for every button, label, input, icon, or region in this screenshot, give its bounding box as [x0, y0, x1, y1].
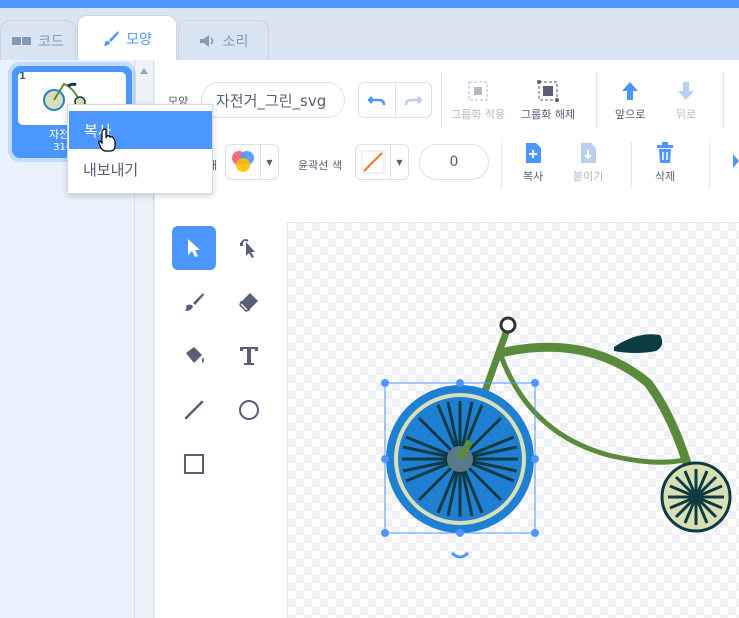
undo-redo-group [358, 82, 432, 118]
costume-number: 1 [19, 71, 26, 82]
undo-button[interactable] [359, 83, 395, 117]
rear-wheel [660, 461, 732, 533]
redo-icon [405, 96, 423, 106]
redo-button[interactable] [394, 83, 431, 117]
arrow-down-icon [678, 82, 694, 100]
undo-icon [367, 96, 386, 106]
fill-color-picker[interactable]: ▼ [225, 144, 279, 180]
brush-icon [104, 31, 120, 46]
tab-code[interactable]: 코드 [0, 20, 76, 61]
tab-costumes-label: 모양 [126, 32, 152, 48]
toolbar-divider [441, 72, 442, 128]
chevron-right-icon[interactable] [733, 154, 739, 168]
context-menu: 복사 내보내기 [67, 104, 213, 194]
scroll-up-icon[interactable] [140, 68, 148, 74]
paint-editor-screen: 코드 모양 소리 1 자전거_그 316 x 2 모양 자전거_그린_svg [0, 0, 739, 618]
toolbar-divider [501, 142, 502, 188]
paint-bucket-icon [186, 347, 204, 363]
no-color-icon [361, 150, 385, 174]
drawing-tools [155, 210, 285, 510]
text-tool[interactable] [227, 334, 271, 378]
paintbrush-icon [185, 293, 204, 311]
circle-tool[interactable] [227, 388, 271, 432]
toolbar-divider [723, 72, 724, 128]
costume-name-input[interactable]: 자전거_그린_svg [201, 82, 345, 118]
brush-tool[interactable] [172, 280, 216, 324]
tab-sounds[interactable]: 소리 [178, 20, 269, 61]
outline-swatch [356, 145, 390, 179]
paint-editor: 모양 자전거_그린_svg 그룹화 적용 그룹화 해제 앞으로 뒤로 ▼ 윤곽선… [155, 60, 739, 618]
color-mix-icon [232, 151, 254, 172]
context-menu-duplicate[interactable]: 복사 [69, 111, 212, 149]
outline-color-picker[interactable]: ▼ [355, 144, 409, 180]
trash-icon [657, 142, 674, 163]
rotate-handle-icon[interactable] [450, 551, 470, 559]
circle-icon [239, 400, 259, 420]
toolbar-row-1: 모양 자전거_그린_svg 그룹화 적용 그룹화 해제 앞으로 뒤로 [155, 60, 739, 138]
rectangle-tool[interactable] [172, 442, 216, 486]
group-icon [468, 81, 488, 101]
copy-button[interactable]: 복사 [523, 142, 543, 184]
menu-bar [0, 0, 739, 8]
fill-tool[interactable] [172, 334, 216, 378]
reshape-icon [240, 239, 255, 258]
chevron-down-icon: ▼ [390, 145, 408, 179]
context-menu-export[interactable]: 내보내기 [68, 150, 214, 188]
line-icon [184, 400, 204, 420]
paste-icon [581, 143, 597, 163]
paste-label: 붙이기 [573, 170, 604, 183]
pointer-icon [188, 239, 200, 257]
select-tool[interactable] [172, 226, 216, 270]
toolbar-divider [709, 142, 710, 188]
hand-cursor-icon [98, 128, 116, 152]
copy-label: 복사 [523, 170, 544, 183]
outline-color-label: 윤곽선 색 [298, 159, 342, 172]
editor-tabs: 코드 모양 소리 [0, 8, 739, 62]
eraser-icon [239, 293, 258, 312]
tab-code-label: 코드 [38, 34, 64, 50]
rectangle-icon [184, 454, 204, 474]
drawing-canvas[interactable] [287, 222, 739, 618]
reshape-tool[interactable] [227, 226, 271, 270]
delete-button[interactable]: 삭제 [655, 142, 675, 184]
text-icon [240, 347, 258, 365]
toolbar-divider [631, 142, 632, 188]
forward-label: 앞으로 [615, 108, 646, 121]
group-button[interactable]: 그룹화 적용 [451, 80, 505, 122]
paste-button[interactable]: 붙이기 [573, 142, 603, 184]
speaker-icon [199, 35, 213, 47]
tab-sounds-label: 소리 [222, 34, 249, 50]
group-label: 그룹화 적용 [451, 108, 506, 121]
chevron-down-icon: ▼ [260, 145, 278, 179]
fill-swatch [226, 145, 260, 179]
bicycle-drawing[interactable] [288, 223, 739, 618]
tab-costumes[interactable]: 모양 [77, 15, 177, 62]
copy-icon [526, 143, 542, 163]
toolbar-divider [596, 72, 597, 128]
code-icon [12, 37, 32, 45]
ungroup-label: 그룹화 해제 [521, 108, 576, 121]
backward-button[interactable]: 뒤로 [675, 80, 697, 122]
line-tool[interactable] [172, 388, 216, 432]
ungroup-button[interactable]: 그룹화 해제 [521, 80, 575, 122]
outline-width-input[interactable]: 0 [419, 144, 489, 180]
delete-label: 삭제 [655, 170, 676, 183]
ungroup-icon [537, 80, 560, 102]
forward-button[interactable]: 앞으로 [615, 80, 645, 122]
eraser-tool[interactable] [227, 280, 271, 324]
arrow-up-icon [622, 82, 639, 100]
backward-label: 뒤로 [675, 108, 697, 121]
